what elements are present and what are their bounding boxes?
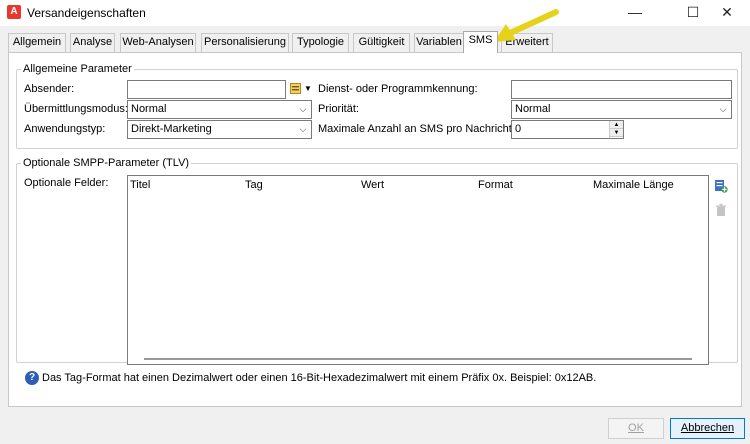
- priority-value: Normal: [515, 103, 551, 115]
- sender-dropdown-arrow-icon[interactable]: ▼: [304, 84, 312, 93]
- tab-variablen[interactable]: Variablen: [414, 33, 464, 52]
- max-sms-stepper[interactable]: 0 ▲ ▼: [511, 120, 624, 139]
- sender-input[interactable]: [127, 80, 286, 99]
- optional-fields-label: Optionale Felder:: [24, 177, 109, 189]
- transmission-mode-label: Übermittlungsmodus:: [24, 103, 128, 115]
- priority-label: Priorität:: [318, 103, 359, 115]
- application-type-select[interactable]: Direkt-Marketing ⌵: [127, 120, 312, 139]
- application-type-value: Direkt-Marketing: [131, 123, 212, 135]
- transmission-mode-select[interactable]: Normal ⌵: [127, 100, 312, 119]
- tag-format-hint: Das Tag-Format hat einen Dezimalwert ode…: [42, 372, 597, 384]
- chevron-down-icon: ⌵: [299, 104, 307, 114]
- column-header-value[interactable]: Wert: [361, 179, 384, 191]
- column-header-format[interactable]: Format: [478, 179, 513, 191]
- cancel-button-label: Abbrechen: [680, 422, 735, 434]
- add-row-icon[interactable]: [714, 179, 728, 193]
- priority-select[interactable]: Normal ⌵: [511, 100, 732, 119]
- stepper-buttons[interactable]: ▲ ▼: [609, 121, 623, 138]
- column-header-tag[interactable]: Tag: [245, 179, 263, 191]
- general-parameters-legend: Allgemeine Parameter: [21, 63, 134, 75]
- stepper-up-icon[interactable]: ▲: [610, 121, 623, 129]
- help-icon: ?: [25, 371, 39, 385]
- sender-label: Absender:: [24, 83, 75, 95]
- chevron-down-icon: ⌵: [719, 104, 727, 114]
- window-title: Versandeigenschaften: [27, 6, 146, 20]
- tab-analyse[interactable]: Analyse: [70, 33, 115, 52]
- column-header-max-length[interactable]: Maximale Länge: [593, 179, 674, 191]
- stepper-down-icon[interactable]: ▼: [610, 129, 623, 137]
- column-header-title[interactable]: Titel: [130, 179, 150, 191]
- service-id-input[interactable]: [511, 80, 732, 99]
- adobe-campaign-icon: A: [7, 5, 21, 19]
- ok-button-label: OK: [628, 422, 644, 434]
- tab-typologie[interactable]: Typologie: [292, 33, 349, 52]
- service-id-label: Dienst- oder Programmkennung:: [318, 83, 478, 95]
- tab-gueltigkeit[interactable]: Gültigkeit: [353, 33, 410, 52]
- ok-button[interactable]: OK: [608, 418, 664, 439]
- title-bar: A Versandeigenschaften — ☐ ✕: [0, 0, 750, 26]
- max-sms-value: 0: [515, 123, 522, 135]
- close-button[interactable]: ✕: [704, 0, 750, 26]
- annotation-arrow-icon: [494, 9, 559, 42]
- transmission-mode-value: Normal: [131, 103, 167, 115]
- tab-allgemein[interactable]: Allgemein: [8, 33, 66, 52]
- minimize-button[interactable]: —: [612, 0, 658, 26]
- tab-personalisierung[interactable]: Personalisierung: [201, 33, 289, 52]
- chevron-down-icon: ⌵: [299, 124, 307, 134]
- max-sms-label: Maximale Anzahl an SMS pro Nachricht:: [318, 123, 515, 135]
- application-type-label: Anwendungstyp:: [24, 123, 106, 135]
- tab-sms[interactable]: SMS: [463, 31, 498, 53]
- smpp-parameters-legend: Optionale SMPP-Parameter (TLV): [21, 157, 192, 169]
- optional-fields-table[interactable]: Titel Tag Wert Format Maximale Länge: [127, 175, 709, 365]
- trash-icon[interactable]: [714, 203, 728, 217]
- tab-web-analysen[interactable]: Web-Analysen: [120, 33, 196, 52]
- address-book-icon[interactable]: [290, 83, 301, 94]
- cancel-button[interactable]: Abbrechen: [670, 418, 745, 439]
- horizontal-scrollbar[interactable]: [144, 358, 692, 360]
